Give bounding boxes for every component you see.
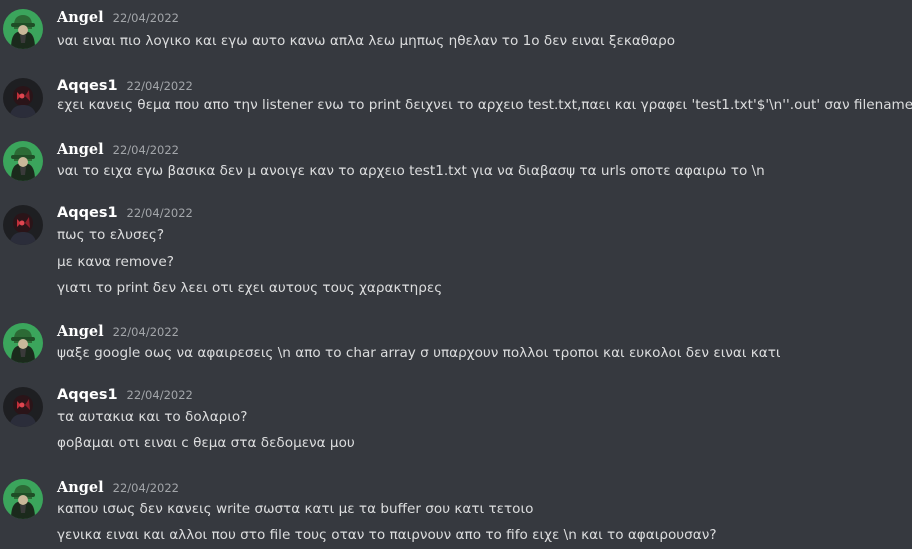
message-header: Angel 22/04/2022 bbox=[57, 479, 179, 499]
avatar[interactable] bbox=[3, 205, 43, 245]
message-text: καπου ισως δεν κανεις write σωστα κατι μ… bbox=[57, 501, 534, 517]
username[interactable]: Angel bbox=[57, 479, 104, 496]
timestamp: 22/04/2022 bbox=[126, 206, 193, 220]
avatar[interactable] bbox=[3, 479, 43, 519]
message-text: πως το ελυσες? bbox=[57, 227, 165, 243]
username[interactable]: Aqqes1 bbox=[57, 205, 118, 221]
message-header: Angel 22/04/2022 bbox=[57, 323, 179, 343]
timestamp: 22/04/2022 bbox=[112, 11, 179, 25]
message-text: γενικα ειναι και αλλοι που στο file τους… bbox=[57, 527, 717, 543]
chat-messages: Angel 22/04/2022 ναι ειναι πιο λογικο κα… bbox=[0, 0, 912, 549]
green-hooded-figure-icon bbox=[3, 9, 43, 49]
dark-red-figure-icon bbox=[3, 78, 43, 118]
username[interactable]: Aqqes1 bbox=[57, 78, 118, 94]
avatar[interactable] bbox=[3, 387, 43, 427]
message-text: ψαξε google οως να αφαιρεσεις \n απο το … bbox=[57, 345, 781, 361]
timestamp: 22/04/2022 bbox=[126, 388, 193, 402]
username[interactable]: Angel bbox=[57, 141, 104, 158]
message-text: ναι το ειχα εγω βασικα δεν μ ανοιγε καν … bbox=[57, 163, 765, 179]
timestamp: 22/04/2022 bbox=[112, 325, 179, 339]
dark-red-figure-icon bbox=[3, 205, 43, 245]
username[interactable]: Angel bbox=[57, 323, 104, 340]
green-hooded-figure-icon bbox=[3, 479, 43, 519]
avatar[interactable] bbox=[3, 78, 43, 118]
green-hooded-figure-icon bbox=[3, 323, 43, 363]
message-text: εχει κανεις θεμα που απο την listener εν… bbox=[57, 97, 912, 113]
timestamp: 22/04/2022 bbox=[112, 481, 179, 495]
message-header: Aqqes1 22/04/2022 bbox=[57, 205, 193, 225]
dark-red-figure-icon bbox=[3, 387, 43, 427]
avatar[interactable] bbox=[3, 9, 43, 49]
username[interactable]: Angel bbox=[57, 9, 104, 26]
message-text: τα αυτακια και το δολαριο? bbox=[57, 409, 248, 425]
avatar[interactable] bbox=[3, 141, 43, 181]
avatar[interactable] bbox=[3, 323, 43, 363]
message-header: Aqqes1 22/04/2022 bbox=[57, 78, 193, 98]
green-hooded-figure-icon bbox=[3, 141, 43, 181]
message-text: φοβαμαι οτι ειναι c θεμα στα δεδομενα μο… bbox=[57, 435, 355, 451]
message-text: ναι ειναι πιο λογικο και εγω αυτο κανω α… bbox=[57, 33, 676, 49]
message-text: με κανα remove? bbox=[57, 254, 175, 270]
message-text: γιατι το print δεν λεει οτι εχει αυτους … bbox=[57, 280, 443, 296]
timestamp: 22/04/2022 bbox=[126, 79, 193, 93]
timestamp: 22/04/2022 bbox=[112, 143, 179, 157]
message-header: Aqqes1 22/04/2022 bbox=[57, 387, 193, 407]
username[interactable]: Aqqes1 bbox=[57, 387, 118, 403]
message-header: Angel 22/04/2022 bbox=[57, 9, 179, 29]
message-header: Angel 22/04/2022 bbox=[57, 141, 179, 161]
